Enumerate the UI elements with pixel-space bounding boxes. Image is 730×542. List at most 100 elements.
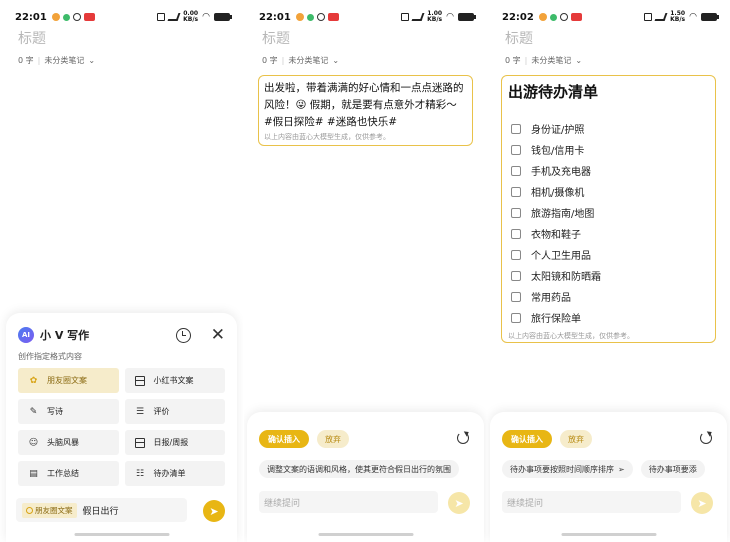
category-dropdown[interactable]: 未分类笔记 [288,55,328,66]
network-speed: 0.00 KB/s [183,10,199,23]
checkbox[interactable] [511,186,521,197]
suggestion-chip[interactable]: 待办事项要按照时间顺序排序 ➢ [502,460,633,478]
chevron-down-icon[interactable]: ⌄ [88,56,95,65]
chip-work-summary[interactable]: ▤ 工作总结 [18,461,119,486]
chevron-down-icon[interactable]: ⌄ [575,56,582,65]
refresh-icon[interactable] [457,432,469,444]
app-notification-icon [51,13,60,21]
suggestion-chip[interactable]: 待办事项要添 [640,460,705,478]
checklist-item[interactable]: 手机及充电器 [508,160,709,181]
note-title[interactable]: 标题 [505,28,533,48]
checkbox[interactable] [511,144,521,155]
result-actions-card: 确认插入 放弃 待办事项要按照时间顺序排序 ➢ 待办事项要添 继续提问 ➤ [490,412,727,542]
calendar-icon [135,437,146,448]
note-meta: 0 字 | 未分类笔记 ⌄ [262,55,340,66]
refresh-icon[interactable] [700,432,712,444]
home-indicator[interactable] [318,533,413,536]
friends-circle-icon [26,506,33,514]
note-meta: 0 字 | 未分类笔记 ⌄ [18,55,96,66]
format-tag[interactable]: 朋友圈文案 [22,502,77,518]
status-time: 22:01 [259,11,291,23]
follow-up-input[interactable]: 继续提问 [259,491,438,513]
checklist-item[interactable]: 钱包/信用卡 [508,139,709,160]
status-time: 22:02 [502,11,534,23]
chip-poem[interactable]: ✎ 写诗 [18,399,119,424]
checkbox[interactable] [511,165,521,176]
status-bar: 22:01 0.00 KB/s ◠ [0,9,243,25]
checklist-item[interactable]: 太阳镜和防晒霜 [508,265,709,286]
chip-todo-list[interactable]: ☷ 待办清单 [124,461,225,486]
send-button[interactable]: ➤ [691,492,713,514]
panel-title: 小 V 写作 [40,329,90,342]
chip-daily-weekly-report[interactable]: 日报/周报 [124,430,225,455]
screen-post-result: 22:01 1.00KB/s ◠ 标题 0 字 | 未分类笔记 ⌄ 出发啦，带 [244,0,487,542]
home-indicator[interactable] [74,533,169,536]
history-icon[interactable] [175,327,191,343]
word-count: 0 字 [262,56,278,65]
checklist-item[interactable]: 身份证/护照 [508,118,709,139]
checkbox[interactable] [511,249,521,260]
signal-icon [654,13,668,21]
friends-circle-icon: ✿ [29,375,38,386]
wifi-icon: ◠ [446,12,454,22]
discard-button[interactable]: 放弃 [560,430,592,448]
generated-result: 出发啦，带着满满的好心情和一点点迷路的风险！😜 假期，就是要有点意外才精彩～ #… [258,75,473,146]
ai-disclaimer: 以上内容由蓝心大模型生成，仅供参考。 [508,332,634,340]
review-icon: ☰ [135,406,145,417]
app-notification-icon [62,13,70,21]
result-text: 出发啦，带着满满的好心情和一点点迷路的风险！😜 假期，就是要有点意外才精彩～ #… [264,82,464,128]
checklist-item[interactable]: 常用药品 [508,286,709,307]
app-notification-icon [549,13,557,21]
generated-checklist: 出游待办清单 身份证/护照 钱包/信用卡 手机及充电器 相机/摄像机 旅游指南/… [501,75,716,343]
category-dropdown[interactable]: 未分类笔记 [531,55,571,66]
checkbox[interactable] [511,207,521,218]
chip-xiaohongshu[interactable]: 小红书文案 [124,368,225,393]
chip-review[interactable]: ☰ 评价 [124,399,225,424]
network-speed: 1.50 KB/s [670,10,686,23]
app-notification-icon [295,13,304,21]
status-bar: 22:02 1.50 KB/s ◠ [487,9,730,25]
checklist-item[interactable]: 衣物和鞋子 [508,223,709,244]
follow-up-input[interactable]: 继续提问 [502,491,681,513]
vibrate-icon [401,13,410,21]
battery-icon [458,13,476,21]
suggestion-chip[interactable]: 调整文案的语调和风格，使其更符合假日出行的氛围 [259,460,459,478]
prompt-input[interactable]: 朋友圈文案 假日出行 [16,498,187,522]
send-icon: ➤ [697,496,707,510]
vibrate-icon [157,13,166,21]
ai-icon: AI [18,327,34,343]
checkbox[interactable] [511,291,521,302]
note-title[interactable]: 标题 [262,28,290,48]
checkbox[interactable] [511,270,521,281]
vibrate-icon [644,13,653,21]
checklist-item[interactable]: 旅行保险单 [508,307,709,328]
send-icon: ➤ [209,504,219,518]
battery-icon [214,13,232,21]
category-dropdown[interactable]: 未分类笔记 [44,55,84,66]
checkbox[interactable] [511,312,521,323]
word-count: 0 字 [505,56,521,65]
checkbox[interactable] [511,123,521,134]
app-notification-icon [570,13,582,21]
note-title[interactable]: 标题 [18,28,46,48]
send-button[interactable]: ➤ [448,492,470,514]
close-icon[interactable]: ✕ [211,326,225,343]
system-icons: 0.00 KB/s ◠ [157,10,232,23]
home-indicator[interactable] [561,533,656,536]
checklist-item[interactable]: 个人卫生用品 [508,244,709,265]
app-notification-icon [72,13,81,21]
confirm-insert-button[interactable]: 确认插入 [259,430,309,448]
battery-icon [701,13,719,21]
chevron-down-icon[interactable]: ⌄ [332,56,339,65]
signal-icon [411,13,425,21]
discard-button[interactable]: 放弃 [317,430,349,448]
status-time: 22:01 [15,11,47,23]
checklist-item[interactable]: 相机/摄像机 [508,181,709,202]
confirm-insert-button[interactable]: 确认插入 [502,430,552,448]
pen-icon: ✎ [29,406,38,417]
send-button[interactable]: ➤ [203,500,225,522]
checkbox[interactable] [511,228,521,239]
chip-friends-circle[interactable]: ✿ 朋友圈文案 [18,368,119,393]
chip-brainstorm[interactable]: ☺ 头脑风暴 [18,430,119,455]
checklist-item[interactable]: 旅游指南/地图 [508,202,709,223]
